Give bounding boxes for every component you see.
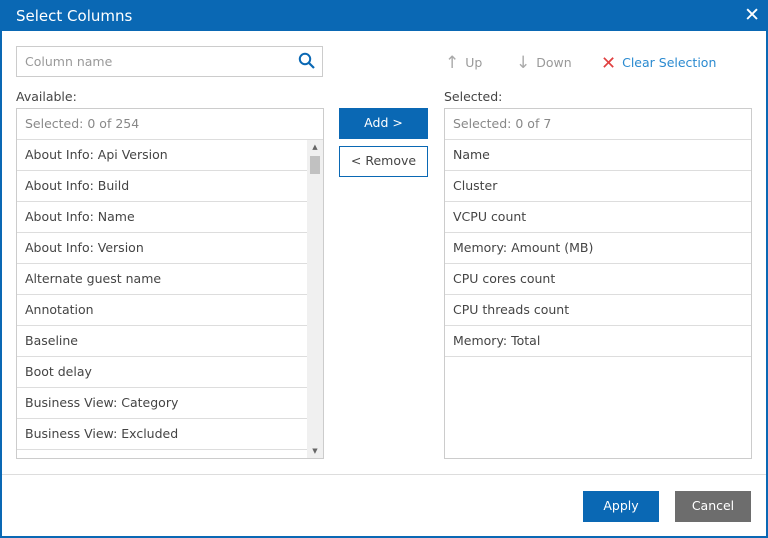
list-item[interactable]: Business View: F [17, 450, 307, 458]
list-item[interactable]: Boot delay [17, 357, 307, 388]
list-item[interactable]: VCPU count [445, 202, 751, 233]
scroll-down-icon[interactable]: ▼ [307, 447, 323, 455]
list-item[interactable]: CPU cores count [445, 264, 751, 295]
arrow-up-icon: ↑ [445, 53, 459, 73]
apply-button[interactable]: Apply [583, 491, 659, 522]
available-list: Selected: 0 of 254 About Info: Api Versi… [16, 108, 324, 459]
list-item[interactable]: Alternate guest name [17, 264, 307, 295]
scroll-thumb[interactable] [310, 156, 320, 174]
footer-divider [2, 474, 766, 475]
column-search [16, 46, 323, 77]
available-count: Selected: 0 of 254 [17, 109, 323, 140]
dialog-title: Select Columns [16, 7, 132, 25]
clear-x-icon: ✕ [601, 53, 616, 74]
available-label: Available: [16, 89, 77, 104]
down-label: Down [536, 55, 571, 70]
clear-selection-button[interactable]: ✕ Clear Selection [601, 53, 716, 74]
list-item[interactable]: CPU threads count [445, 295, 751, 326]
add-button[interactable]: Add > [339, 108, 428, 139]
list-item[interactable]: Annotation [17, 295, 307, 326]
list-item[interactable]: About Info: Api Version [17, 140, 307, 171]
up-button[interactable]: ↑ Up [445, 53, 482, 73]
list-item[interactable]: Cluster [445, 171, 751, 202]
close-icon[interactable]: ✕ [744, 4, 760, 26]
selected-count: Selected: 0 of 7 [445, 109, 751, 140]
arrow-down-icon: ↓ [516, 53, 530, 73]
remove-button[interactable]: < Remove [339, 146, 428, 177]
title-bar: Select Columns ✕ [0, 0, 768, 31]
list-item[interactable]: Business View: Excluded [17, 419, 307, 450]
clear-label: Clear Selection [622, 55, 716, 70]
list-item[interactable]: Name [445, 140, 751, 171]
cancel-button[interactable]: Cancel [675, 491, 751, 522]
selected-list: Selected: 0 of 7 NameClusterVCPU countMe… [444, 108, 752, 459]
list-item[interactable]: Memory: Total [445, 326, 751, 357]
list-item[interactable]: Baseline [17, 326, 307, 357]
selected-label: Selected: [444, 89, 502, 104]
list-item[interactable]: Business View: Category [17, 388, 307, 419]
down-button[interactable]: ↓ Down [516, 53, 572, 73]
search-icon[interactable] [298, 52, 316, 73]
list-item[interactable]: Memory: Amount (MB) [445, 233, 751, 264]
list-item[interactable]: About Info: Build [17, 171, 307, 202]
search-input[interactable] [17, 47, 287, 76]
list-item[interactable]: About Info: Name [17, 202, 307, 233]
scroll-up-icon[interactable]: ▲ [307, 143, 323, 151]
list-item[interactable]: About Info: Version [17, 233, 307, 264]
scrollbar[interactable]: ▲ ▼ [307, 140, 323, 458]
up-label: Up [465, 55, 482, 70]
